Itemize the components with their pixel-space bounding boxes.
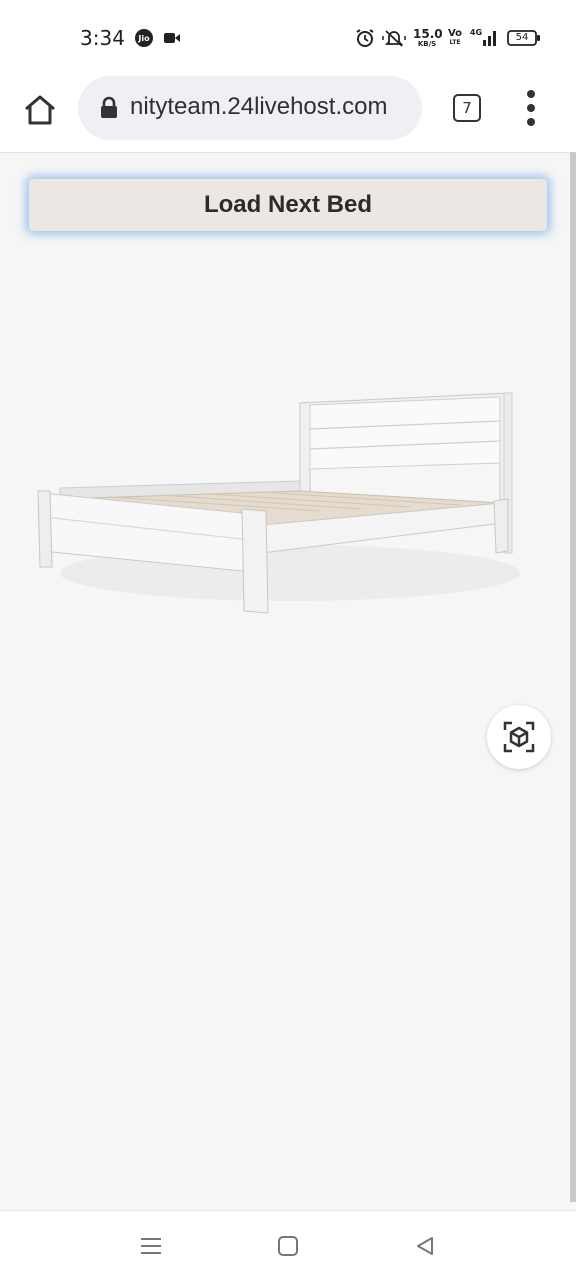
ar-view-button[interactable] xyxy=(487,705,551,769)
more-dot-icon xyxy=(527,104,535,112)
status-time: 3:34 xyxy=(80,26,125,50)
home-nav-button[interactable] xyxy=(273,1231,303,1261)
battery-level: 54 xyxy=(515,32,529,43)
status-bar: 3:34 Jio 15.0 KB/S Vo LTE 4G 54 xyxy=(0,0,576,76)
lock-icon xyxy=(101,96,117,118)
url-text: nityteam.24livehost.com xyxy=(130,93,388,120)
signal-icon xyxy=(480,27,500,49)
load-next-bed-button[interactable]: Load Next Bed xyxy=(29,179,547,231)
back-nav-button[interactable] xyxy=(410,1231,440,1261)
volte-indicator: Vo LTE xyxy=(447,28,463,47)
tab-switcher-button[interactable]: 7 xyxy=(453,94,481,122)
ar-cube-icon xyxy=(503,721,535,753)
more-options-button[interactable] xyxy=(520,90,542,126)
home-icon xyxy=(25,95,55,125)
home-nav-icon xyxy=(278,1236,298,1256)
home-button[interactable] xyxy=(20,90,60,130)
svg-text:Jio: Jio xyxy=(137,34,150,43)
more-dot-icon xyxy=(527,90,535,98)
system-nav-bar xyxy=(0,1210,576,1280)
more-dot-icon xyxy=(527,118,535,126)
mute-icon xyxy=(382,27,406,49)
video-record-icon xyxy=(163,27,181,49)
recent-apps-button[interactable] xyxy=(136,1231,166,1261)
bed-3d-model[interactable] xyxy=(30,383,520,623)
menu-nav-icon xyxy=(141,1238,161,1254)
browser-toolbar: nityteam.24livehost.com 7 xyxy=(0,76,576,152)
scrollbar[interactable] xyxy=(570,152,576,1202)
screen: 3:34 Jio 15.0 KB/S Vo LTE 4G 54 nityteam… xyxy=(0,0,576,1280)
back-nav-icon xyxy=(417,1237,433,1255)
page-content: Load Next Bed xyxy=(0,152,570,1210)
net-speed: 15.0 KB/S xyxy=(413,27,443,48)
jio-icon: Jio xyxy=(134,27,154,49)
address-bar[interactable]: nityteam.24livehost.com xyxy=(78,76,422,140)
alarm-icon xyxy=(354,27,376,49)
